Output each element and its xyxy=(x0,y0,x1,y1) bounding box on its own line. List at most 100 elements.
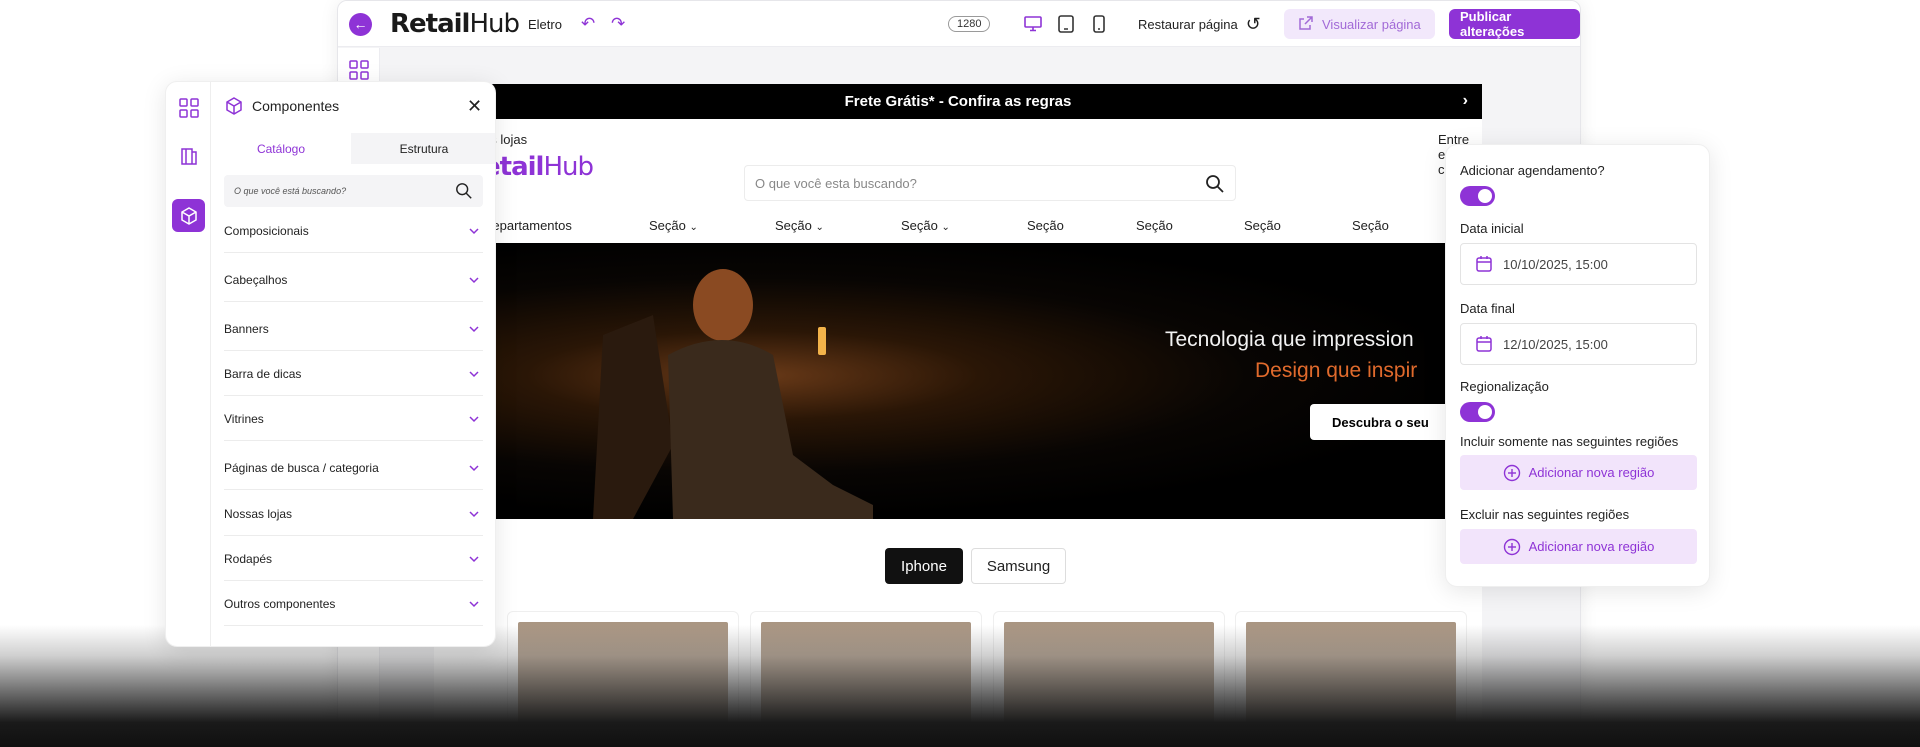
nav-departamentos[interactable]: Departamentos xyxy=(483,218,572,233)
app-stage: ← Retail Hub Eletro ↶ ↷ 1280 Restaurar p… xyxy=(0,0,1920,747)
chevron-down-icon: ⌄ xyxy=(815,221,824,233)
store-search-input[interactable]: O que você esta buscando? xyxy=(744,165,1236,201)
tab-estrutura[interactable]: Estrutura xyxy=(351,133,495,164)
cube-icon xyxy=(226,97,242,115)
desktop-view-button[interactable] xyxy=(1022,1,1044,47)
chevron-down-icon xyxy=(469,273,479,287)
chevron-down-icon xyxy=(469,412,479,426)
mobile-view-button[interactable] xyxy=(1088,1,1110,47)
accordion-item[interactable]: Páginas de busca / categoria xyxy=(224,446,483,490)
promo-text: Frete Grátis* - Confira as regras xyxy=(844,93,1072,110)
end-date-label: Data final xyxy=(1460,301,1515,316)
start-date-field[interactable]: 10/10/2025, 15:00 xyxy=(1460,243,1697,285)
accordion-label: Outros componentes xyxy=(224,596,336,611)
chevron-down-icon: ⌄ xyxy=(941,221,950,233)
chevron-down-icon xyxy=(469,507,479,521)
product-card[interactable] xyxy=(507,611,739,746)
product-image xyxy=(518,622,728,746)
tab-iphone[interactable]: Iphone xyxy=(885,548,963,584)
chevron-down-icon xyxy=(469,224,479,238)
product-card[interactable] xyxy=(993,611,1225,746)
store-name: Eletro xyxy=(528,16,562,32)
accordion-label: Vitrines xyxy=(224,411,264,426)
redo-icon: ↷ xyxy=(611,14,626,33)
accordion-item[interactable]: Banners xyxy=(224,307,483,351)
redo-button[interactable]: ↷ xyxy=(611,1,625,47)
nav-secao[interactable]: Seção xyxy=(1244,218,1281,233)
search-icon[interactable] xyxy=(455,182,473,202)
end-date-value: 12/10/2025, 15:00 xyxy=(1503,336,1608,352)
publish-button[interactable]: Publicar alterações xyxy=(1449,1,1580,47)
desktop-icon xyxy=(1022,13,1044,35)
components-search-input[interactable]: O que você está buscando? xyxy=(224,175,483,207)
search-icon[interactable] xyxy=(1205,174,1225,197)
accordion-item[interactable]: Nossas lojas xyxy=(224,492,483,536)
undo-button[interactable]: ↶ xyxy=(581,1,595,47)
accordion-item[interactable]: Vitrines xyxy=(224,397,483,441)
accordion-label: Páginas de busca / categoria xyxy=(224,460,379,475)
accordion-label: Composicionais xyxy=(224,223,309,238)
components-panel: Componentes ✕ Catálogo Estrutura O que v… xyxy=(165,81,496,647)
publish-label: Publicar alterações xyxy=(1449,9,1580,39)
width-indicator[interactable]: 1280 xyxy=(948,1,991,47)
pages-button[interactable] xyxy=(172,139,205,172)
exclude-regions-label: Excluir nas seguintes regiões xyxy=(1460,507,1630,522)
hero-banner[interactable]: Tecnologia que impression Design que ins… xyxy=(483,243,1482,519)
chevron-right-icon[interactable]: › xyxy=(1463,92,1468,110)
regionalization-toggle[interactable] xyxy=(1460,402,1495,422)
accordion-label: Banners xyxy=(224,321,269,336)
accordion-item[interactable]: Composicionais xyxy=(224,209,483,253)
promo-bar[interactable]: Frete Grátis* - Confira as regras › xyxy=(434,84,1482,119)
nav-label: Seção xyxy=(901,217,938,233)
start-date-label: Data inicial xyxy=(1460,221,1524,236)
store-logo-light: Hub xyxy=(543,152,594,182)
product-image xyxy=(1004,622,1214,746)
nav-secao[interactable]: Seção ⌄ xyxy=(775,218,824,233)
width-value: 1280 xyxy=(948,16,991,32)
accordion-item[interactable]: Outros componentes xyxy=(224,582,483,626)
hero-cta-button[interactable]: Descubra o seu xyxy=(1310,404,1450,440)
add-region-label: Adicionar nova região xyxy=(1528,539,1655,554)
product-card[interactable] xyxy=(1235,611,1467,746)
nav-label: Seção xyxy=(775,217,812,233)
store-logo[interactable]: etailHub xyxy=(483,152,594,182)
nav-label: Seção xyxy=(649,217,686,233)
layout-grid-button[interactable] xyxy=(172,91,205,124)
nav-secao[interactable]: Seção xyxy=(1352,218,1389,233)
hero-person-image xyxy=(593,269,873,519)
nav-secao[interactable]: Seção xyxy=(1027,218,1064,233)
accordion-item[interactable]: Barra de dicas xyxy=(224,352,483,396)
add-include-region-button[interactable]: Adicionar nova região xyxy=(1460,455,1697,490)
plus-circle-icon xyxy=(1503,464,1520,481)
accordion-item[interactable]: Rodapés xyxy=(224,537,483,581)
store-nav: Departamentos Seção ⌄ Seção ⌄ Seção ⌄ Se… xyxy=(434,215,1482,235)
tablet-view-button[interactable] xyxy=(1055,1,1077,47)
product-image xyxy=(761,622,971,746)
tab-catalogo[interactable]: Catálogo xyxy=(211,133,351,164)
back-button[interactable]: ← xyxy=(349,1,372,47)
close-icon[interactable]: ✕ xyxy=(467,96,482,117)
tablet-icon xyxy=(1055,13,1077,35)
nav-secao[interactable]: Seção xyxy=(1136,218,1173,233)
external-link-icon xyxy=(1298,15,1314,34)
app-logo: Retail Hub xyxy=(390,1,520,47)
calendar-icon xyxy=(1476,256,1492,272)
nav-secao[interactable]: Seção ⌄ xyxy=(901,218,950,233)
nav-secao[interactable]: Seção ⌄ xyxy=(649,218,698,233)
end-date-field[interactable]: 12/10/2025, 15:00 xyxy=(1460,323,1697,365)
tab-samsung[interactable]: Samsung xyxy=(971,548,1066,584)
add-exclude-region-button[interactable]: Adicionar nova região xyxy=(1460,529,1697,564)
restore-page-button[interactable]: Restaurar página ↺ xyxy=(1138,1,1261,47)
components-header: Componentes xyxy=(224,96,339,116)
schedule-panel: Adicionar agendamento? Data inicial 10/1… xyxy=(1445,144,1710,587)
undo-icon: ↶ xyxy=(581,14,596,33)
regionalization-label: Regionalização xyxy=(1460,379,1549,394)
components-button[interactable] xyxy=(172,199,205,232)
editor-topbar: ← Retail Hub Eletro ↶ ↷ 1280 Restaurar p… xyxy=(338,1,1580,47)
product-card[interactable] xyxy=(750,611,982,746)
schedule-toggle[interactable] xyxy=(1460,186,1495,206)
editor-window: ← Retail Hub Eletro ↶ ↷ 1280 Restaurar p… xyxy=(337,0,1581,747)
accordion-item[interactable]: Cabeçalhos xyxy=(224,258,483,302)
logo-light-text: Hub xyxy=(469,9,520,39)
view-page-button[interactable]: Visualizar página xyxy=(1284,1,1435,47)
